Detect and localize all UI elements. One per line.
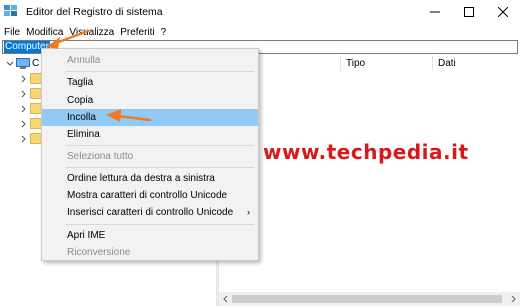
close-button[interactable] [486, 0, 520, 24]
menu-item-taglia[interactable]: Taglia [42, 74, 258, 91]
menu-separator [66, 167, 254, 168]
tree-root-label: C [32, 58, 40, 69]
menu-item-ordine-lettura[interactable]: Ordine lettura da destra a sinistra [42, 170, 258, 187]
menu-item-annulla: Annulla [67, 55, 101, 66]
menu-item-mostra-caratteri-unicode[interactable]: Mostra caratteri di controllo Unicode [42, 187, 258, 204]
maximize-icon [464, 7, 474, 17]
minimize-button[interactable] [418, 0, 452, 24]
submenu-arrow-icon: › [247, 207, 250, 217]
menu-item-seleziona-tutto: Seleziona tutto [67, 151, 134, 162]
column-separator[interactable] [432, 55, 433, 71]
menu-item-riconversione: Riconversione [67, 247, 131, 258]
window-title: Editor del Registro di sistema [26, 6, 163, 18]
menu-item-incolla[interactable]: Incolla [42, 109, 258, 126]
scroll-right-icon[interactable] [509, 295, 517, 303]
title-bar: Editor del Registro di sistema [0, 0, 520, 24]
menu-file[interactable]: File [0, 27, 23, 38]
chevron-right-icon[interactable] [20, 135, 28, 143]
menu-item-inserisci-caratteri-unicode[interactable]: Inserisci caratteri di controllo Unicode… [42, 204, 258, 221]
chevron-right-icon[interactable] [20, 75, 28, 83]
values-pane[interactable]: Tipo Dati [219, 55, 520, 306]
menu-item-apri-ime[interactable]: Apri IME [42, 227, 258, 244]
chevron-right-icon[interactable] [20, 120, 28, 128]
maximize-button[interactable] [452, 0, 486, 24]
scrollbar-thumb[interactable] [232, 295, 502, 303]
menu-help[interactable]: ? [158, 27, 170, 38]
horizontal-scrollbar[interactable] [219, 292, 520, 306]
menu-modifica[interactable]: Modifica [23, 27, 66, 38]
chevron-down-icon[interactable] [6, 60, 14, 68]
scroll-left-icon[interactable] [222, 295, 230, 303]
menu-item-elimina[interactable]: Elimina [42, 126, 258, 143]
context-menu: Annulla Taglia Copia Incolla Elimina Sel… [41, 48, 259, 261]
chevron-right-icon[interactable] [20, 90, 28, 98]
chevron-right-icon[interactable] [20, 105, 28, 113]
menu-visualizza[interactable]: Visualizza [66, 27, 117, 38]
menu-item-inserisci-label: Inserisci caratteri di controllo Unicode [67, 207, 234, 218]
minimize-icon [430, 11, 440, 13]
menu-separator [66, 224, 254, 225]
column-header-tipo[interactable]: Tipo [346, 58, 365, 69]
menu-bar: File Modifica Visualizza Preferiti ? [0, 24, 520, 40]
registry-editor-icon [4, 5, 17, 16]
close-icon [498, 7, 508, 17]
menu-preferiti[interactable]: Preferiti [117, 27, 157, 38]
column-header-dati[interactable]: Dati [438, 58, 456, 69]
computer-icon [16, 58, 30, 69]
watermark-text: www.techpedia.it [263, 140, 469, 164]
column-separator[interactable] [340, 55, 341, 71]
menu-separator [66, 71, 254, 72]
menu-item-copia[interactable]: Copia [42, 92, 258, 109]
menu-separator [66, 145, 254, 146]
